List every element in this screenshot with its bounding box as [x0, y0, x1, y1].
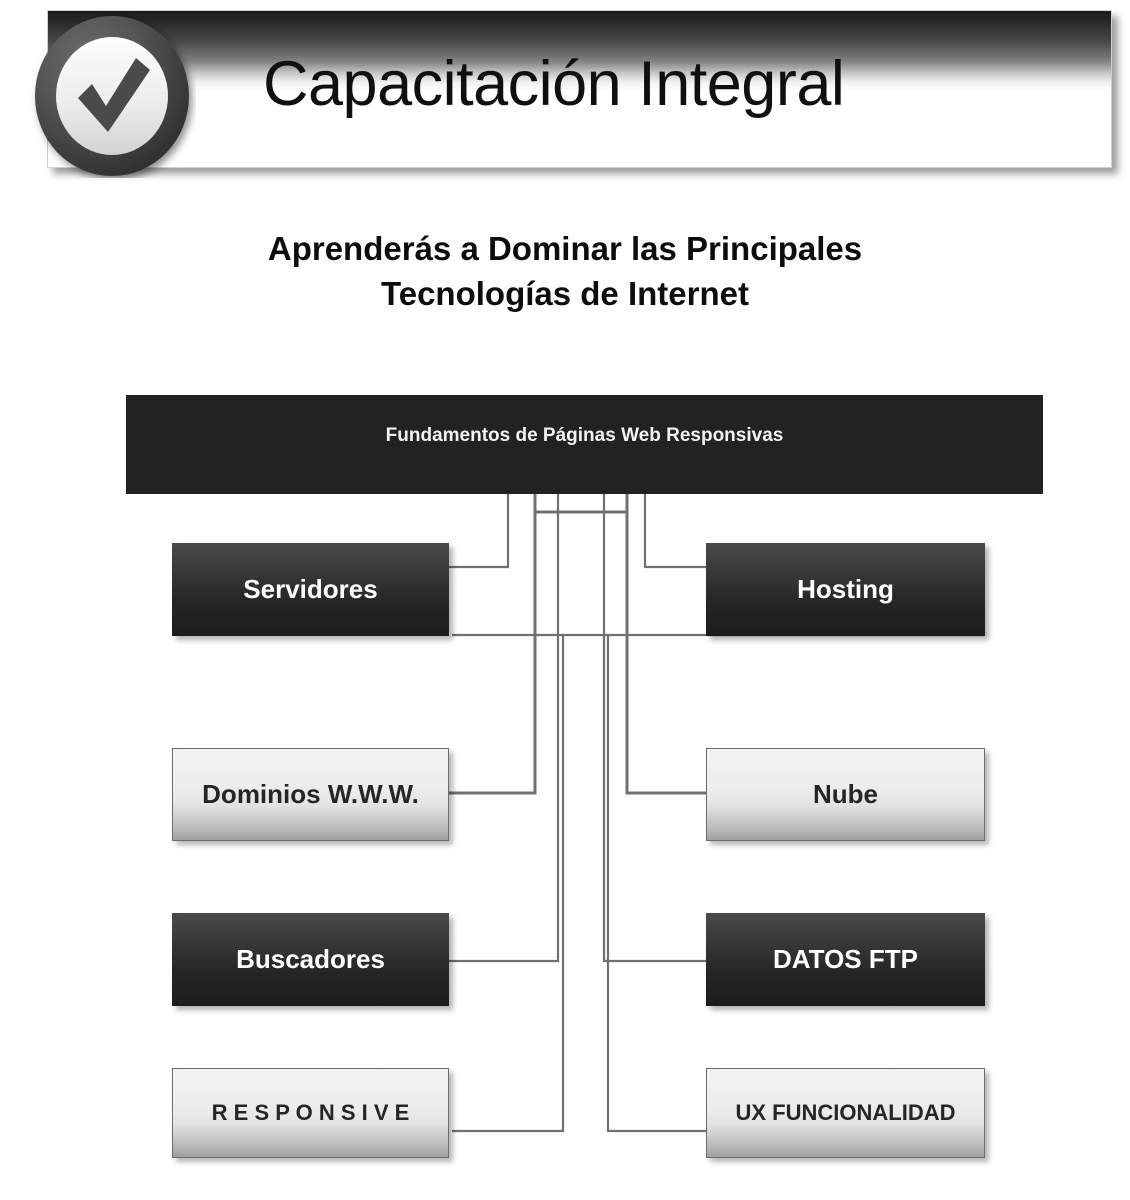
diagram-node-servidores-label: Servidores [243, 574, 378, 604]
diagram-node-nube-label: Nube [813, 779, 878, 809]
diagram-node-datos-ftp[interactable]: DATOS FTP [706, 913, 985, 1006]
diagram-node-hosting[interactable]: Hosting [706, 543, 985, 636]
diagram-node-nube[interactable]: Nube [706, 748, 985, 841]
diagram-node-hosting-label: Hosting [797, 574, 894, 604]
diagram-node-root-label: Fundamentos de Páginas Web Responsivas [385, 425, 784, 446]
diagram-node-datos-ftp-label: DATOS FTP [773, 944, 918, 974]
page-root: Capacitación Integral Aprenderás a Domin… [0, 0, 1130, 1200]
diagram-node-ux-funcionalidad-label: UX FUNCIONALIDAD [735, 1100, 956, 1125]
diagram-node-dominios[interactable]: Dominios W.W.W. [172, 748, 449, 841]
diagram-node-buscadores[interactable]: Buscadores [172, 913, 449, 1006]
diagram-node-buscadores-label: Buscadores [236, 944, 385, 974]
diagram-node-root[interactable]: Fundamentos de Páginas Web Responsivas [126, 395, 1043, 494]
diagram-node-responsive-label: R E S P O N S I V E [211, 1100, 410, 1125]
technology-diagram: Fundamentos de Páginas Web Responsivas S… [0, 0, 1130, 1200]
diagram-node-ux-funcionalidad[interactable]: UX FUNCIONALIDAD [706, 1068, 985, 1158]
diagram-node-servidores[interactable]: Servidores [172, 543, 449, 636]
diagram-node-dominios-label: Dominios W.W.W. [202, 779, 419, 809]
diagram-node-responsive[interactable]: R E S P O N S I V E [172, 1068, 449, 1158]
